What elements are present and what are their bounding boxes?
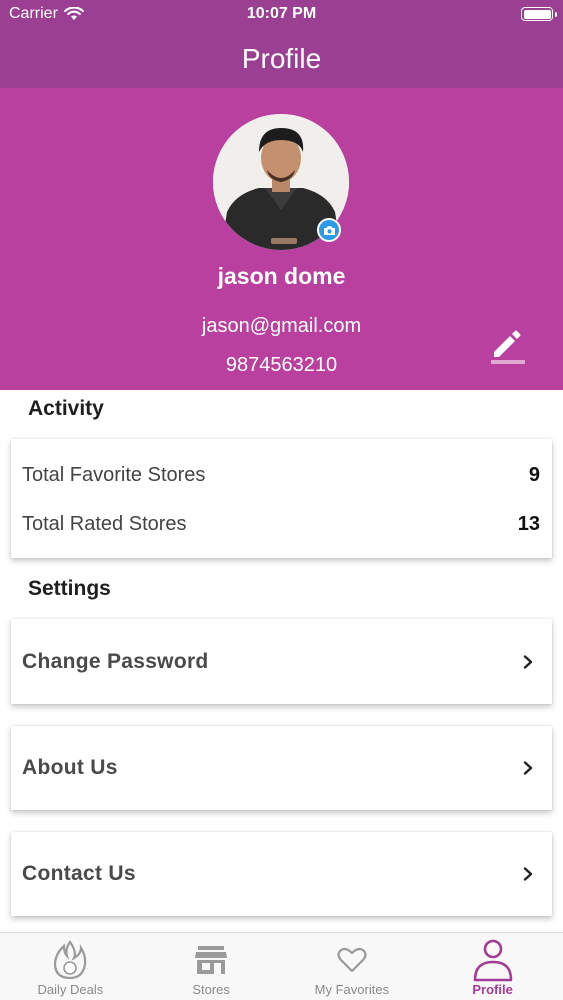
status-bar: Carrier 10:07 PM: [0, 0, 563, 30]
edit-profile-button[interactable]: [490, 326, 526, 364]
chevron-right-icon: [523, 761, 533, 775]
pencil-icon: [491, 330, 525, 364]
stat-value: 9: [528, 464, 540, 486]
user-phone: 9874563210: [225, 354, 338, 376]
stat-row-rated-stores: Total Rated Stores 13: [22, 513, 540, 536]
nav-bar: Profile: [0, 30, 563, 88]
status-time: 10:07 PM: [246, 5, 317, 22]
page-title: Profile: [241, 43, 322, 74]
tab-label: Daily Deals: [37, 982, 104, 997]
stat-label: Total Rated Stores: [22, 513, 187, 535]
activity-card: Total Favorite Stores 9 Total Rated Stor…: [11, 439, 552, 558]
change-password-button[interactable]: Change Password: [11, 619, 552, 704]
contact-us-button[interactable]: Contact Us: [11, 832, 552, 916]
user-email: jason@gmail.com: [201, 315, 362, 337]
about-us-button[interactable]: About Us: [11, 726, 552, 810]
tab-label: Profile: [472, 982, 513, 997]
activity-title: Activity: [28, 397, 104, 420]
user-name: jason dome: [217, 263, 346, 289]
battery-icon: [521, 7, 557, 21]
setting-label: Contact Us: [22, 862, 136, 885]
profile-header: jason dome jason@gmail.com 9874563210: [0, 88, 563, 390]
tab-stores[interactable]: Stores: [141, 933, 282, 1000]
stat-row-favorite-stores: Total Favorite Stores 9: [22, 464, 540, 487]
flame-icon: [54, 940, 87, 980]
tab-bar: Daily Deals Stores My Favorites Profile: [0, 932, 563, 1000]
settings-title: Settings: [28, 577, 111, 600]
store-icon: [195, 946, 228, 974]
stat-value: 13: [517, 513, 540, 535]
chevron-right-icon: [523, 654, 533, 669]
tab-profile[interactable]: Profile: [422, 933, 563, 1000]
camera-icon[interactable]: [317, 218, 341, 242]
tab-my-favorites[interactable]: My Favorites: [282, 933, 423, 1000]
tab-label: My Favorites: [314, 982, 390, 997]
setting-label: Change Password: [22, 649, 209, 673]
tab-label: Stores: [192, 982, 230, 997]
person-icon: [473, 939, 512, 982]
setting-label: About Us: [22, 756, 118, 779]
tab-daily-deals[interactable]: Daily Deals: [0, 933, 141, 1000]
heart-icon: [337, 947, 367, 973]
stat-label: Total Favorite Stores: [22, 464, 206, 486]
chevron-right-icon: [523, 867, 533, 881]
